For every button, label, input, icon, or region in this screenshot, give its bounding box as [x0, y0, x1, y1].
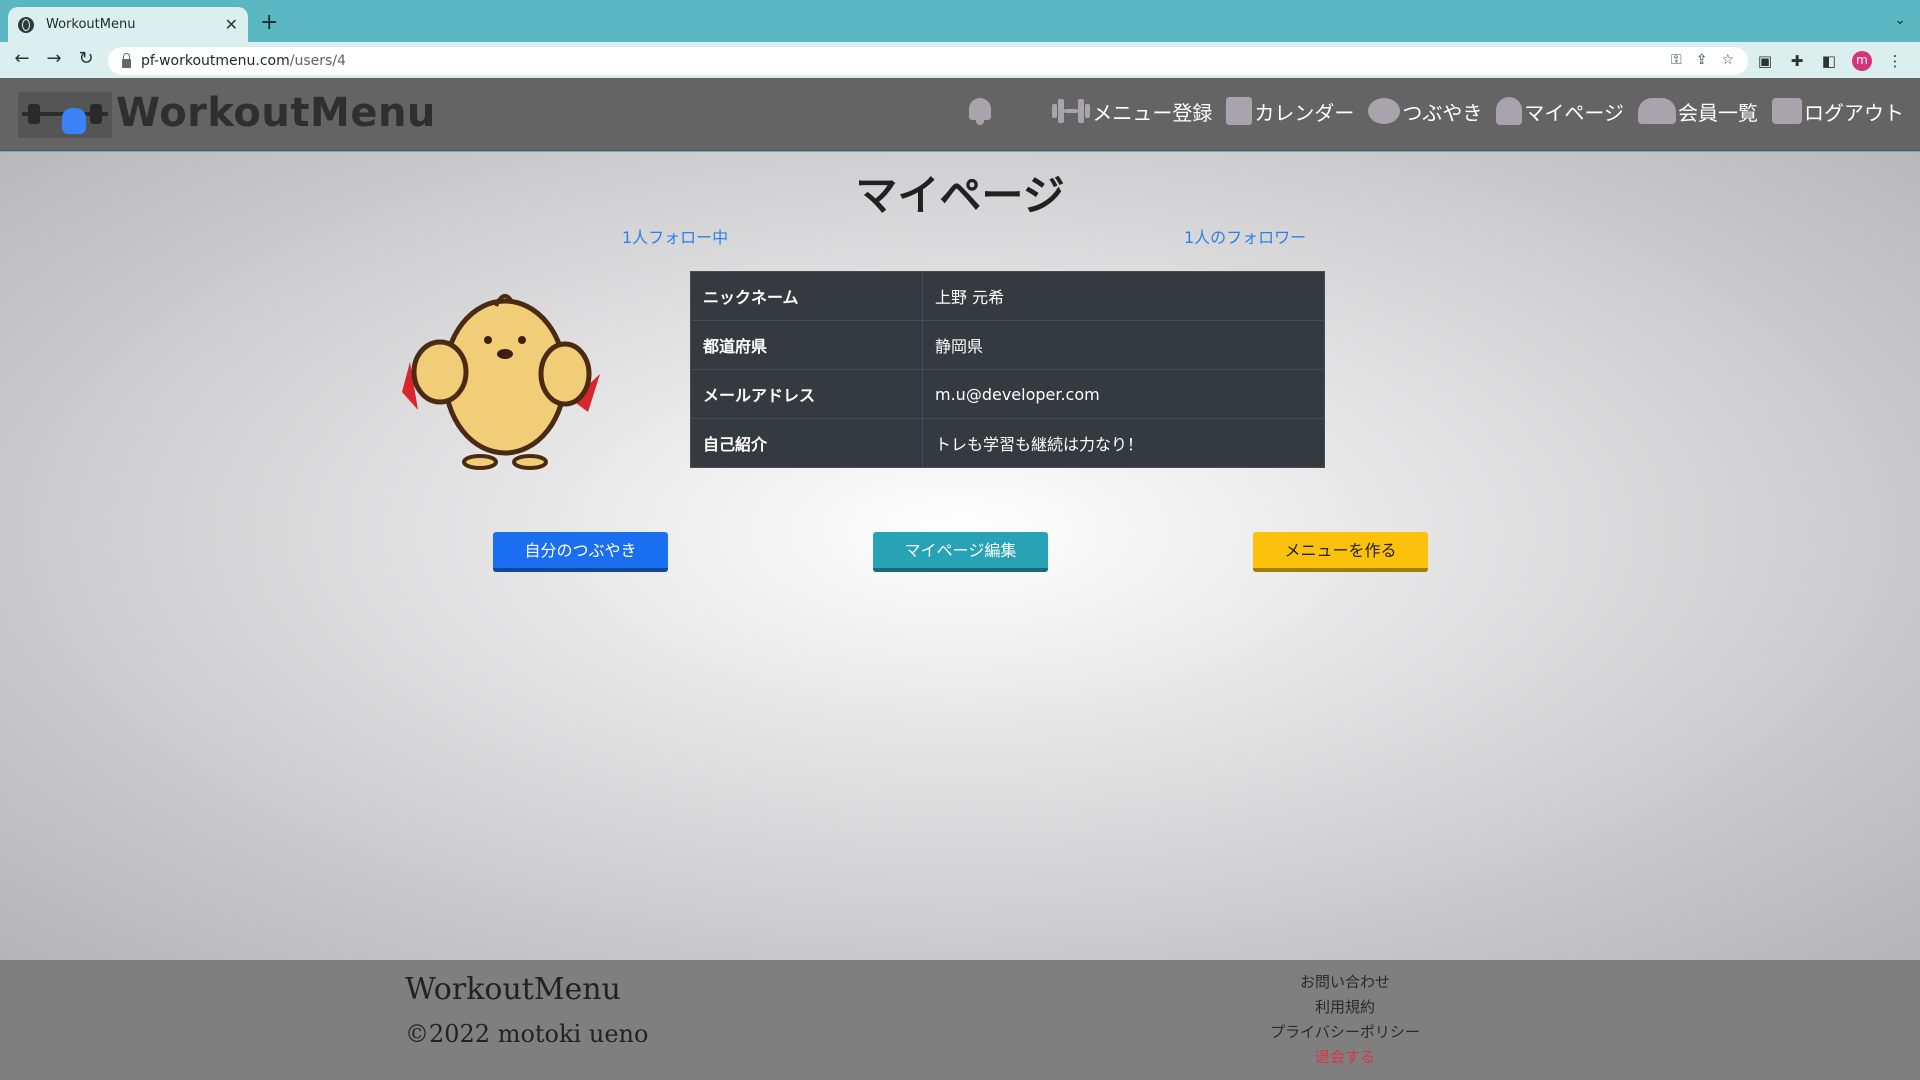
following-link[interactable]: 1人フォロー中	[622, 224, 728, 248]
nav-mypage-label: マイページ	[1524, 100, 1624, 125]
nickname-value: 上野 元希	[922, 271, 1325, 321]
email-label: メールアドレス	[690, 369, 923, 419]
create-menu-button[interactable]: メニューを作る	[1253, 532, 1428, 572]
nickname-label: ニックネーム	[690, 271, 923, 321]
forward-arrow-icon[interactable]: →	[42, 48, 66, 69]
url-path: /users/4	[289, 53, 346, 69]
browser-menu-icon[interactable]: ⋮	[1886, 52, 1904, 70]
cast-icon[interactable]: ▣	[1756, 52, 1774, 70]
nav-menu-register-label: メニュー登録	[1092, 100, 1213, 125]
lock-icon	[122, 52, 131, 68]
url-text: pf-workoutmenu.com/users/4	[141, 53, 346, 69]
site-header: WorkoutMenu メニュー登録 カレンダー つぶやき マイページ 会員一覧…	[0, 78, 1920, 151]
site-brand[interactable]: WorkoutMenu	[116, 90, 436, 136]
intro-value: トレも学習も継続は力なり！	[922, 418, 1325, 468]
prefecture-label: 都道府県	[690, 320, 923, 370]
extensions-puzzle-icon[interactable]: ✚	[1788, 52, 1806, 70]
bell-icon[interactable]	[966, 96, 994, 126]
browser-toolbar: ← → ↻ pf-workoutmenu.com/users/4 ⚿ ⇪ ☆ ▣…	[0, 42, 1920, 78]
key-icon[interactable]: ⚿	[1671, 52, 1682, 68]
footer-copyright: ©2022 motoki ueno	[405, 1020, 649, 1048]
main-nav: メニュー登録 カレンダー つぶやき マイページ 会員一覧 ログアウト	[966, 96, 1904, 126]
reload-icon[interactable]: ↻	[74, 48, 98, 69]
browser-tab[interactable]: WorkoutMenu ✕	[8, 7, 248, 42]
browser-tab-title: WorkoutMenu	[46, 17, 136, 32]
users-icon	[1638, 98, 1676, 124]
page-title: マイページ	[855, 171, 1065, 220]
my-tweets-button[interactable]: 自分のつぶやき	[493, 532, 668, 572]
logo-icon[interactable]	[18, 92, 112, 138]
bookmark-star-icon[interactable]: ☆	[1721, 52, 1734, 68]
contact-link[interactable]: お問い合わせ	[1300, 973, 1390, 991]
address-bar[interactable]: pf-workoutmenu.com/users/4 ⚿ ⇪ ☆	[108, 47, 1748, 75]
avatar	[402, 294, 600, 470]
table-row: 自己紹介 トレも学習も継続は力なり！	[690, 418, 1325, 468]
edit-mypage-button[interactable]: マイページ編集	[873, 532, 1048, 572]
terms-link[interactable]: 利用規約	[1315, 998, 1375, 1016]
url-host: pf-workoutmenu.com	[141, 53, 290, 69]
share-icon[interactable]: ⇪	[1696, 52, 1708, 68]
table-row: ニックネーム 上野 元希	[690, 271, 1325, 321]
followers-link[interactable]: 1人のフォロワー	[1184, 224, 1306, 248]
profile-avatar[interactable]: m	[1852, 51, 1872, 71]
dumbbell-icon	[1052, 98, 1091, 124]
intro-label: 自己紹介	[690, 418, 923, 468]
site-footer: WorkoutMenu ©2022 motoki ueno お問い合わせ 利用規…	[0, 960, 1920, 1080]
profile-table: ニックネーム 上野 元希 都道府県 静岡県 メールアドレス m.u@develo…	[690, 271, 1325, 468]
nav-members[interactable]: 会員一覧	[1638, 97, 1758, 126]
nav-calendar[interactable]: カレンダー	[1226, 97, 1354, 126]
side-panel-icon[interactable]: ◧	[1820, 52, 1838, 70]
comment-icon	[1368, 98, 1401, 124]
table-row: メールアドレス m.u@developer.com	[690, 369, 1325, 419]
back-arrow-icon[interactable]: ←	[10, 48, 34, 69]
nav-tweets-label: つぶやき	[1402, 100, 1483, 125]
nav-calendar-label: カレンダー	[1254, 100, 1355, 125]
user-icon	[1496, 97, 1523, 125]
nav-menu-register[interactable]: メニュー登録	[1052, 97, 1212, 126]
nav-members-label: 会員一覧	[1678, 100, 1758, 125]
main-content: マイページ 1人フォロー中 1人のフォロワー ニックネーム 上野 元希 都道府県…	[0, 152, 1920, 960]
table-row: 都道府県 静岡県	[690, 320, 1325, 370]
email-value: m.u@developer.com	[922, 369, 1325, 419]
globe-icon	[18, 16, 34, 33]
logout-icon	[1772, 98, 1802, 124]
prefecture-value: 静岡県	[922, 320, 1325, 370]
footer-brand: WorkoutMenu	[405, 972, 621, 1007]
nav-tweets[interactable]: つぶやき	[1368, 97, 1482, 126]
withdraw-link[interactable]: 退会する	[1315, 1048, 1375, 1066]
new-tab-button[interactable]: +	[260, 12, 278, 34]
nav-logout[interactable]: ログアウト	[1772, 97, 1904, 126]
nav-logout-label: ログアウト	[1804, 100, 1904, 125]
tab-close-icon[interactable]: ✕	[225, 15, 238, 34]
calendar-icon	[1226, 97, 1253, 125]
tab-search-icon[interactable]: ⌄	[1894, 12, 1906, 28]
privacy-link[interactable]: プライバシーポリシー	[1270, 1023, 1420, 1041]
footer-links: お問い合わせ 利用規約 プライバシーポリシー 退会する	[1220, 970, 1470, 1070]
nav-mypage[interactable]: マイページ	[1496, 97, 1624, 126]
browser-tab-strip: WorkoutMenu ✕ + ⌄	[0, 0, 1920, 42]
